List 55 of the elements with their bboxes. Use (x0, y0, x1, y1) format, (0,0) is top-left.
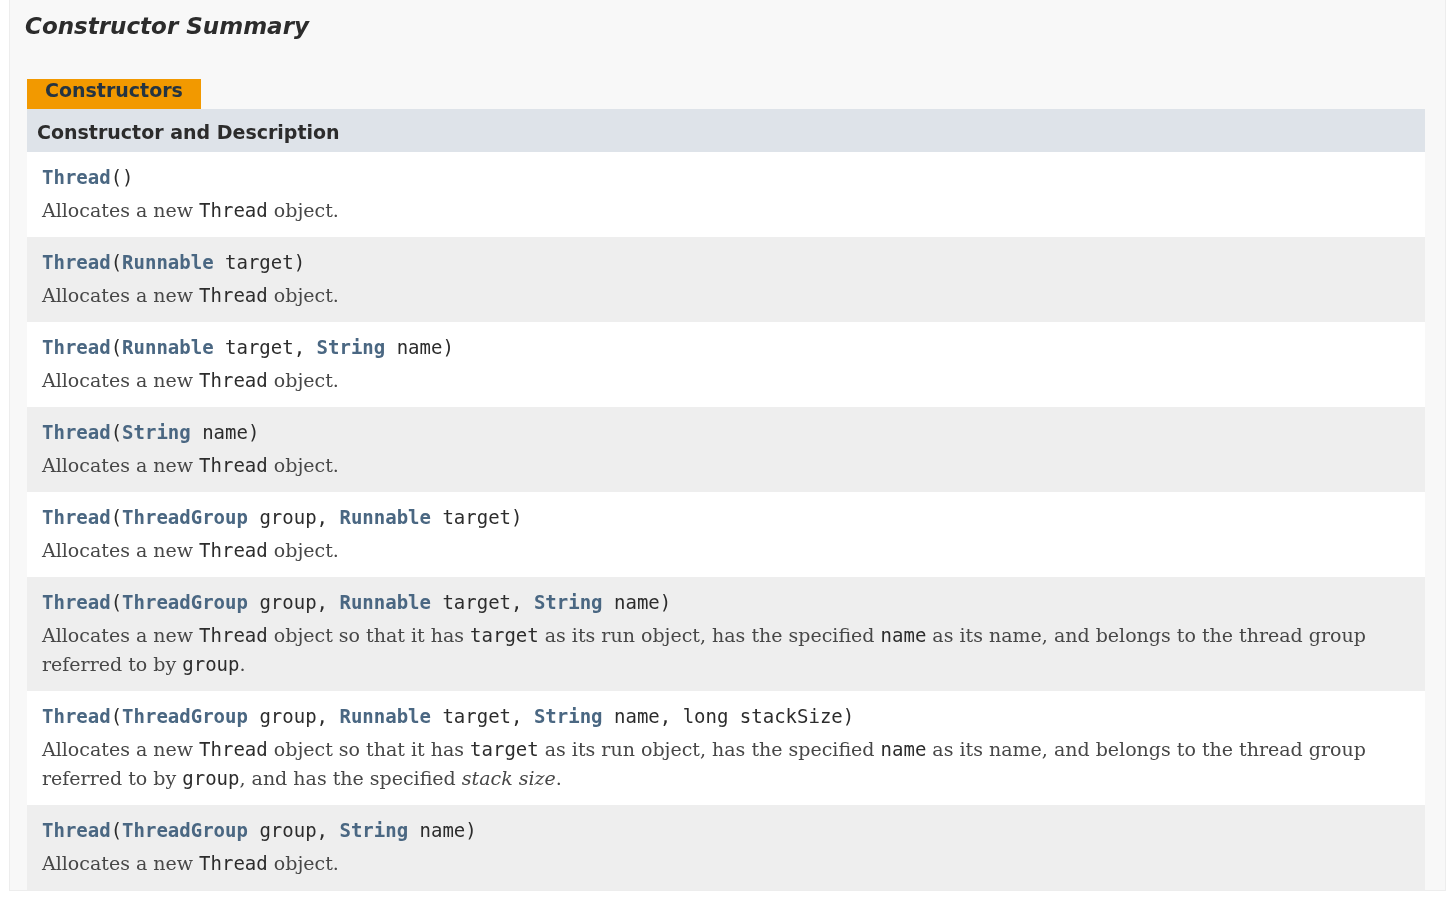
type-link[interactable]: String (122, 421, 191, 443)
parameter-text: ( (110, 506, 123, 528)
parameter-text: name) (613, 591, 672, 613)
constructor-description: Allocates a new Thread object so that it has target as its run object, has the specified name as its name, and belongs to the thread group referred to by group. (42, 623, 1367, 677)
constructor-link[interactable]: Thread (42, 421, 111, 443)
constructor-link[interactable]: Thread (42, 506, 111, 528)
type-link[interactable]: String (339, 819, 409, 841)
type-link[interactable]: Runnable (122, 251, 214, 273)
constructor-link[interactable]: Thread (42, 705, 111, 727)
type-link[interactable]: String (316, 336, 386, 358)
constructor-description: Allocates a new Thread object. (42, 198, 340, 223)
type-link[interactable]: ThreadGroup (122, 591, 248, 613)
constructor-description: Allocates a new Thread object. (42, 538, 340, 563)
type-link[interactable]: Runnable (339, 591, 431, 613)
type-link[interactable]: Runnable (339, 705, 431, 727)
parameter-text: () (110, 166, 134, 188)
parameter-text: ( (110, 336, 123, 358)
parameter-text: name) (395, 336, 454, 358)
type-link[interactable]: ThreadGroup (122, 705, 248, 727)
parameter-text: target, (224, 336, 307, 358)
parameter-text: ( (110, 819, 123, 841)
parameter-text: target, (441, 705, 524, 727)
parameter-text: target) (224, 251, 306, 273)
constructor-link[interactable]: Thread (42, 166, 111, 188)
constructor-link[interactable]: Thread (42, 591, 111, 613)
parameter-text: name) (201, 421, 260, 443)
parameter-text: name, long stackSize) (613, 705, 855, 727)
parameter-text: target) (441, 506, 523, 528)
constructor-description: Allocates a new Thread object. (42, 851, 340, 876)
parameter-text: ( (110, 705, 123, 727)
parameter-text: group, (258, 819, 329, 841)
column-header: Constructor and Description (27, 109, 1425, 152)
parameter-text: ( (110, 421, 123, 443)
type-link[interactable]: ThreadGroup (122, 819, 248, 841)
constructor-description: Allocates a new Thread object. (42, 368, 340, 393)
type-link[interactable]: ThreadGroup (122, 506, 248, 528)
type-link[interactable]: String (533, 591, 603, 613)
constructors-tab[interactable]: Constructors (27, 79, 201, 109)
constructor-link[interactable]: Thread (42, 819, 111, 841)
parameter-text: ( (110, 251, 123, 273)
constructor-link[interactable]: Thread (42, 251, 111, 273)
constructor-description: Allocates a new Thread object. (42, 283, 340, 308)
type-link[interactable]: String (533, 705, 603, 727)
parameter-text: group, (258, 705, 329, 727)
parameter-text: ( (110, 591, 123, 613)
constructor-link[interactable]: Thread (42, 336, 111, 358)
type-link[interactable]: Runnable (122, 336, 214, 358)
constructor-description: Allocates a new Thread object so that it has target as its run object, has the specified name as its name, and belongs to the thread group referred to by group, and has the specified stack size. (42, 737, 1367, 791)
type-link[interactable]: Runnable (339, 506, 431, 528)
parameter-text: group, (258, 591, 329, 613)
section-heading: Constructor Summary (25, 13, 309, 39)
parameter-text: group, (258, 506, 329, 528)
constructor-description: Allocates a new Thread object. (42, 453, 340, 478)
parameter-text: target, (441, 591, 524, 613)
parameter-text: name) (418, 819, 477, 841)
